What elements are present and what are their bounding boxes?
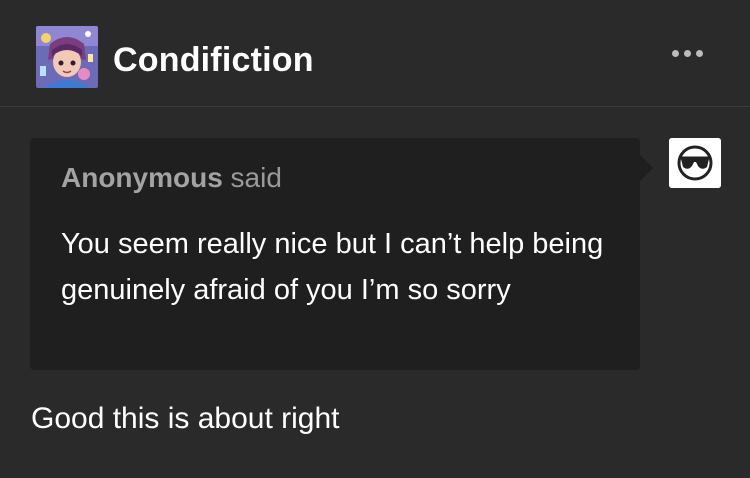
answer-text: Good this is about right: [31, 402, 340, 435]
asker-name: Anonymous: [61, 162, 223, 193]
blog-avatar[interactable]: [36, 26, 98, 88]
anonymous-sunglasses-icon: [669, 138, 721, 188]
said-label: said: [222, 162, 282, 193]
post-header: Condifiction: [0, 0, 750, 107]
ask-pointer: [640, 155, 653, 181]
ellipsis-icon[interactable]: [664, 38, 710, 68]
asker-line: Anonymous said: [61, 161, 282, 195]
question-text: You seem really nice but I can’t help be…: [61, 228, 604, 306]
blog-name[interactable]: Condifiction: [113, 40, 314, 80]
